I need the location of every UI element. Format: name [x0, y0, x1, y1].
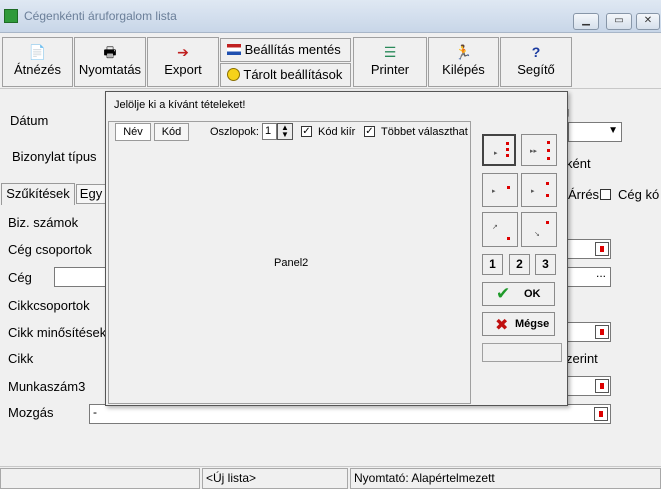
- status-bar: <Új lista> Nyomtató: Alapértelmezett: [0, 466, 661, 489]
- printer-button[interactable]: ☰ Printer: [353, 37, 427, 87]
- dropdown-arrow-icon: ▼: [608, 125, 618, 136]
- x-cancel-icon: ✖: [495, 317, 509, 334]
- mozgas-field[interactable]: -: [89, 404, 611, 424]
- dialog-title: Jelölje ki a kívánt tételeket!: [114, 99, 246, 111]
- cikk-label: Cikk: [8, 351, 34, 366]
- nyomtatas-button[interactable]: 🖶 Nyomtatás: [74, 37, 146, 87]
- move-one-right-button[interactable]: ▸: [482, 134, 516, 166]
- bizonylat-tipus-label: Bizonylat típus: [12, 149, 97, 164]
- tab-szukitesek[interactable]: Szűkítések: [1, 183, 75, 205]
- right-label-szerint: zerint: [566, 351, 598, 366]
- ceg-label: Cég: [8, 270, 32, 285]
- window-title: Cégenkénti áruforgalom lista: [24, 9, 177, 23]
- megse-button[interactable]: ✖ Mégse: [482, 312, 555, 336]
- ceg-csoportok-label: Cég csoportok: [8, 242, 92, 257]
- arrow-right-small-icon: ▸: [492, 188, 496, 195]
- printer-icon: ☰: [383, 44, 397, 60]
- selection-dialog: Jelölje ki a kívánt tételeket! Név Kód O…: [105, 91, 568, 406]
- title-bar: Cégenkénti áruforgalom lista ▁ ▭ ✕: [0, 0, 661, 33]
- biz-szamok-label: Biz. számok: [8, 215, 79, 230]
- oszlopok-input[interactable]: 1: [262, 123, 277, 140]
- smiley-icon: [227, 68, 240, 81]
- atnezes-button[interactable]: 📄 Átnézés: [2, 37, 73, 87]
- flag-icon: [227, 44, 241, 55]
- num-1-button[interactable]: 1: [482, 254, 503, 275]
- right-label-kent: ként: [566, 156, 591, 171]
- cikkcsoportok-label: Cikkcsoportok: [8, 298, 90, 313]
- tab-egy[interactable]: Egy: [76, 184, 106, 204]
- mozgas-label: Mozgás: [8, 405, 54, 420]
- ok-button[interactable]: ✔ OK: [482, 282, 555, 306]
- export-icon: ➔: [177, 44, 189, 60]
- munkaszam-picker-icon[interactable]: [595, 379, 609, 393]
- ceg-ellipsis-button[interactable]: ...: [596, 266, 606, 280]
- toolbar: 📄 Átnézés 🖶 Nyomtatás ➔ Export Beállítás…: [0, 34, 661, 89]
- checkmark-icon: ✔: [496, 284, 511, 303]
- kod-kiir-checkbox[interactable]: ✓: [301, 126, 312, 137]
- segito-button[interactable]: ? Segítő: [500, 37, 572, 87]
- move-left-button[interactable]: ▸: [521, 173, 557, 207]
- tab-nev[interactable]: Név: [115, 123, 151, 141]
- datum-label: Dátum: [10, 113, 49, 128]
- beallitas-mentes-button[interactable]: Beállítás mentés: [220, 38, 351, 62]
- maximize-button[interactable]: ▭: [606, 13, 632, 30]
- bizonylat-select[interactable]: ▼: [568, 122, 622, 142]
- print-icon: 🖶: [103, 44, 117, 60]
- arrow-left-small-icon: ▸: [531, 188, 535, 195]
- move-right-button[interactable]: ▸: [482, 173, 518, 207]
- arrow-up-icon: ↗: [492, 224, 498, 231]
- arres-row: Árrés: [568, 187, 600, 202]
- arrow-double-right-icon: ▸▸: [530, 148, 538, 155]
- munkaszam-label: Munkaszám3: [8, 379, 86, 394]
- tobbet-valaszthat-label: Többet választhat: [381, 126, 468, 138]
- oszlopok-label: Oszlopok:: [210, 126, 259, 138]
- num-2-button[interactable]: 2: [509, 254, 530, 275]
- move-down-button[interactable]: ↘: [521, 212, 557, 247]
- app-icon: [4, 9, 18, 23]
- kilepes-button[interactable]: 🏃 Kilépés: [428, 37, 499, 87]
- exit-running-man-icon: 🏃: [454, 44, 473, 60]
- preview-icon: 📄: [28, 44, 47, 60]
- ceg-ko-checkbox[interactable]: [600, 189, 611, 200]
- help-icon: ?: [531, 44, 541, 60]
- status-box: [482, 343, 562, 362]
- cikk-minositesek-label: Cikk minősítések: [8, 325, 107, 340]
- ceg-field[interactable]: [54, 267, 106, 287]
- tab-kod[interactable]: Kód: [154, 123, 189, 141]
- move-up-button[interactable]: ↗: [482, 212, 518, 247]
- panel-label: Panel2: [274, 257, 309, 269]
- mozgas-picker-icon[interactable]: [594, 407, 608, 421]
- status-panel-left: [0, 468, 200, 489]
- arrow-down-icon: ↘: [534, 231, 540, 238]
- num-3-button[interactable]: 3: [535, 254, 556, 275]
- cikk-minositesek-picker-icon[interactable]: [595, 325, 609, 339]
- minimize-button[interactable]: ▁: [573, 13, 599, 30]
- export-button[interactable]: ➔ Export: [147, 37, 219, 87]
- status-nyomtato: Nyomtató: Alapértelmezett: [350, 468, 661, 489]
- status-uj-lista: <Új lista>: [202, 468, 348, 489]
- move-all-right-button[interactable]: ▸▸: [521, 134, 557, 166]
- ceg-ko-label: Cég kó: [618, 187, 660, 202]
- oszlopok-spinner-icon[interactable]: ▲ ▼: [277, 123, 293, 140]
- close-button[interactable]: ✕: [636, 13, 660, 30]
- tarolt-beallitasok-button[interactable]: Tárolt beállítások: [220, 63, 351, 87]
- kod-kiir-label: Kód kiír: [318, 126, 356, 138]
- ceg-csoportok-picker-icon[interactable]: [595, 242, 609, 256]
- tobbet-valaszthat-checkbox[interactable]: ✓: [364, 126, 375, 137]
- arrow-right-icon: ▸: [494, 150, 498, 157]
